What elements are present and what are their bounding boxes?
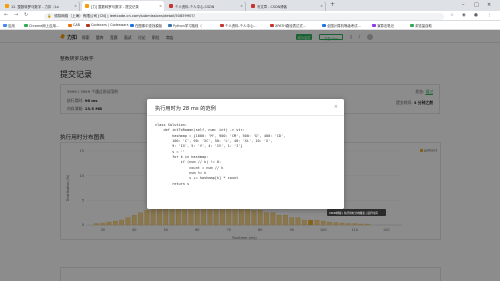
browser-tab[interactable]: 12. 整数转罗马数字 - 力扣（Lo × [2,1,80,11]
bookmark-item[interactable]: Chrome网上应用... [24,23,59,28]
bookmark-icon [410,23,414,28]
bookmark-item[interactable]: 在图像中查找模板 [130,23,162,28]
close-tab-icon[interactable]: × [240,4,243,8]
modal-title: 执行用时为 28 ms 的范例 [155,106,216,112]
divider [147,115,344,116]
maximize-icon[interactable]: □ [474,2,479,8]
bookmark-icon [24,23,28,28]
extension-icon[interactable]: ◉ [462,13,466,18]
bookmark-item[interactable]: CAB [68,23,80,27]
url-field[interactable]: 🔒 领扣网络（上海）有限公司 [CN] | leetcode-cn.com/su… [44,12,444,20]
close-tab-icon[interactable]: × [159,4,162,8]
browser-tab-active[interactable]: [力] 整数转罗马数字 - 提交记录 × [82,1,164,11]
bookmark-icon [130,23,134,28]
apps-icon [3,23,7,28]
back-icon[interactable]: ← [4,12,8,18]
browser-tab[interactable]: 写文章 - CSDN博客 × [248,1,326,11]
bookmark-item[interactable]: 浏览量自助 [410,23,432,28]
tab-bar: 12. 整数转罗马数字 - 力扣（Lo × [力] 整数转罗马数字 - 提交记录… [0,0,500,11]
minimize-icon[interactable]: – [462,2,465,8]
address-bar: ← → ↻ 🔒 领扣网络（上海）有限公司 [CN] | leetcode-cn.… [0,11,500,21]
bookmark-item[interactable]: XPATH路径表达式... [270,23,306,28]
new-tab-button[interactable]: + [330,1,335,8]
bookmark-item[interactable]: Codecars | Codeswars [86,23,129,27]
leetcode-favicon-icon [5,4,9,8]
close-window-icon[interactable]: × [487,2,491,8]
bookmark-icon [322,23,326,28]
lock-icon: 🔒 [47,13,52,18]
bookmarks-bar: 应用 Chrome网上应用... CAB Codecars | Codeswar… [0,21,500,30]
csdn-favicon-icon [169,4,173,8]
close-tab-icon[interactable]: × [74,4,77,8]
bookmark-item[interactable]: Python学习路线（ [168,23,202,28]
bookmark-icon [86,23,90,28]
close-tab-icon[interactable]: × [320,4,323,8]
bookmark-item[interactable]: 个人资料-个人中心... [220,23,257,28]
reload-icon[interactable]: ↻ [24,12,28,18]
star-icon[interactable]: ☆ [450,13,454,18]
bookmark-icon [68,23,72,28]
tooltip: CSDN博客 | 执行用时分布图表 | 运行时间 [327,209,386,216]
bookmark-icon [270,23,274,28]
code-block: class Solution: def intToRoman(self, num… [155,123,339,203]
leetcode-favicon-icon [85,4,89,8]
browser-window: 12. 整数转罗马数字 - 力扣（Lo × [力] 整数转罗马数字 - 提交记录… [0,0,500,281]
code-sample-modal: 执行用时为 28 ms 的范例 × class Solution: def in… [147,99,344,209]
bookmark-item[interactable]: 全国计算机等级考试... [322,23,361,28]
close-icon[interactable]: × [334,104,338,110]
bookmark-icon [220,23,224,28]
bookmark-item[interactable]: 应用 [3,23,15,28]
bookmark-icon [372,23,376,28]
menu-icon[interactable]: ⋮ [487,13,491,18]
browser-tab[interactable]: 个人资料-个人中心-CSDN × [166,1,246,11]
csdn-favicon-icon [251,4,255,8]
profile-icon[interactable]: ● [474,13,478,18]
bookmark-icon [168,23,172,28]
forward-icon[interactable]: → [14,12,18,18]
code-line: return s [155,181,190,186]
bookmark-item[interactable]: 演算法笔记 [372,23,394,28]
